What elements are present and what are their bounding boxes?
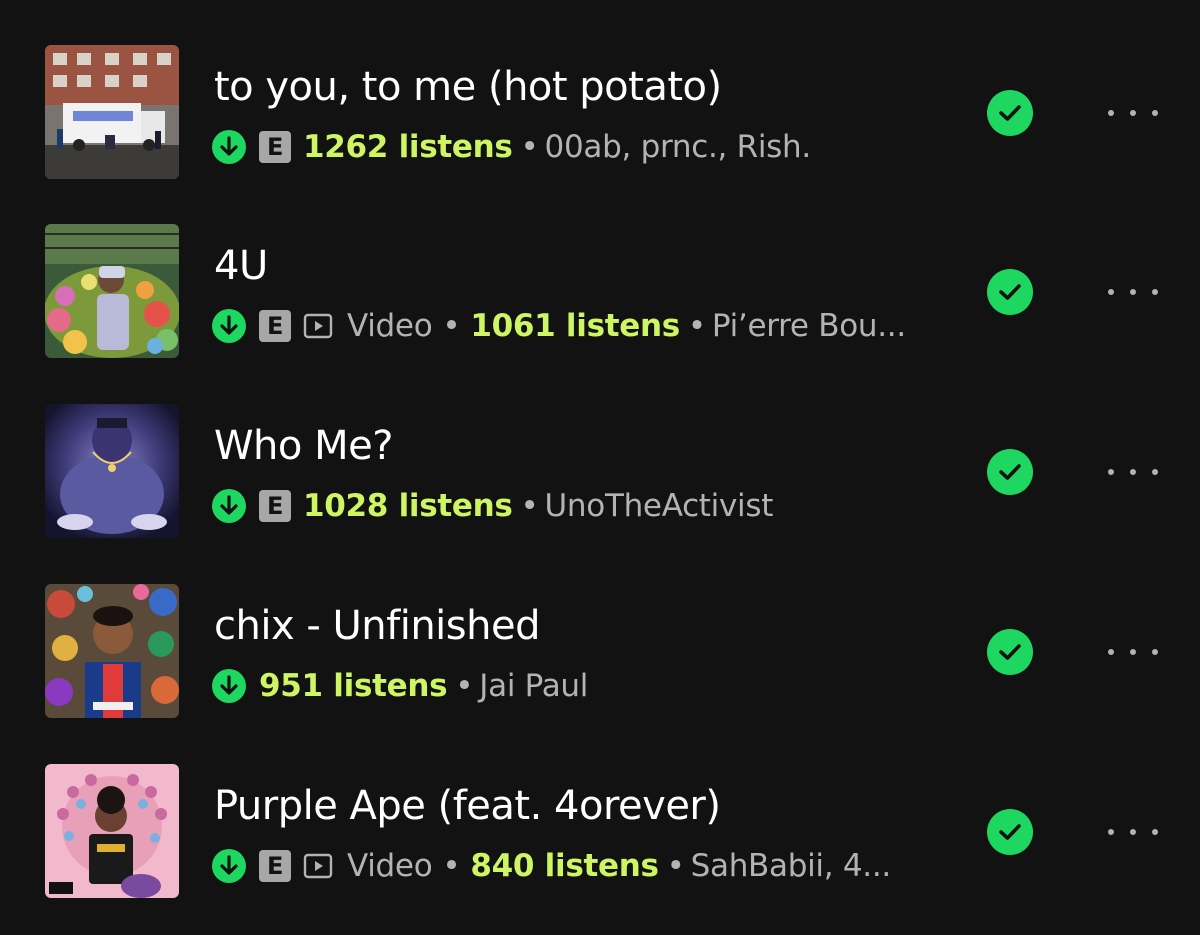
- listen-count: 1028 listens: [303, 488, 513, 524]
- album-art: [45, 764, 179, 898]
- video-label: Video: [347, 848, 433, 884]
- separator-dot: •: [687, 308, 706, 344]
- track-list: to you, to me (hot potato) E 1262 listen…: [0, 0, 1200, 935]
- track-row[interactable]: chix - Unfinished 951 listens • Jai Paul: [0, 584, 1200, 734]
- album-art: [45, 224, 179, 358]
- track-title: Who Me?: [214, 423, 393, 469]
- explicit-badge: E: [259, 310, 291, 342]
- video-play-icon: [303, 853, 333, 879]
- listen-count: 1061 listens: [470, 308, 680, 344]
- track-row[interactable]: 4U E Video • 1061 listens • Pi’erre Bou.…: [0, 224, 1200, 374]
- separator-dot: •: [442, 848, 461, 884]
- video-play-icon: [303, 313, 333, 339]
- download-circle-icon: [212, 309, 246, 343]
- check-circle-icon[interactable]: [987, 629, 1033, 675]
- check-circle-icon[interactable]: [987, 449, 1033, 495]
- track-artists[interactable]: SahBabii, 4...: [691, 848, 892, 884]
- explicit-badge: E: [259, 850, 291, 882]
- track-meta: E 1028 listens • UnoTheActivist: [212, 484, 773, 528]
- more-options-icon[interactable]: [1108, 282, 1158, 302]
- track-row[interactable]: Who Me? E 1028 listens • UnoTheActivist: [0, 404, 1200, 554]
- track-meta: 951 listens • Jai Paul: [212, 664, 588, 708]
- track-artists[interactable]: 00ab, prnc., Rish.: [545, 129, 812, 165]
- download-circle-icon: [212, 130, 246, 164]
- check-circle-icon[interactable]: [987, 269, 1033, 315]
- listen-count: 951 listens: [259, 668, 448, 704]
- album-art: [45, 45, 179, 179]
- download-circle-icon: [212, 849, 246, 883]
- track-meta: E 1262 listens • 00ab, prnc., Rish.: [212, 125, 811, 169]
- track-title: Purple Ape (feat. 4orever): [214, 783, 721, 829]
- track-title: to you, to me (hot potato): [214, 64, 722, 110]
- check-circle-icon[interactable]: [987, 90, 1033, 136]
- album-art: [45, 584, 179, 718]
- more-options-icon[interactable]: [1108, 642, 1158, 662]
- download-circle-icon: [212, 489, 246, 523]
- separator-dot: •: [520, 129, 539, 165]
- track-title: chix - Unfinished: [214, 603, 540, 649]
- check-circle-icon[interactable]: [987, 809, 1033, 855]
- separator-dot: •: [666, 848, 685, 884]
- track-title: 4U: [214, 243, 268, 289]
- video-label: Video: [347, 308, 433, 344]
- explicit-badge: E: [259, 131, 291, 163]
- track-meta: E Video • 1061 listens • Pi’erre Bou...: [212, 304, 906, 348]
- separator-dot: •: [455, 668, 474, 704]
- track-row[interactable]: to you, to me (hot potato) E 1262 listen…: [0, 45, 1200, 195]
- track-meta: E Video • 840 listens • SahBabii, 4...: [212, 844, 891, 888]
- download-circle-icon: [212, 669, 246, 703]
- separator-dot: •: [442, 308, 461, 344]
- track-row[interactable]: Purple Ape (feat. 4orever) E Video • 840…: [0, 764, 1200, 914]
- explicit-badge: E: [259, 490, 291, 522]
- more-options-icon[interactable]: [1108, 103, 1158, 123]
- album-art: [45, 404, 179, 538]
- separator-dot: •: [520, 488, 539, 524]
- track-artists[interactable]: Pi’erre Bou...: [712, 308, 906, 344]
- track-artists[interactable]: Jai Paul: [479, 668, 588, 704]
- listen-count: 1262 listens: [303, 129, 513, 165]
- listen-count: 840 listens: [470, 848, 659, 884]
- more-options-icon[interactable]: [1108, 822, 1158, 842]
- more-options-icon[interactable]: [1108, 462, 1158, 482]
- track-artists[interactable]: UnoTheActivist: [545, 488, 774, 524]
